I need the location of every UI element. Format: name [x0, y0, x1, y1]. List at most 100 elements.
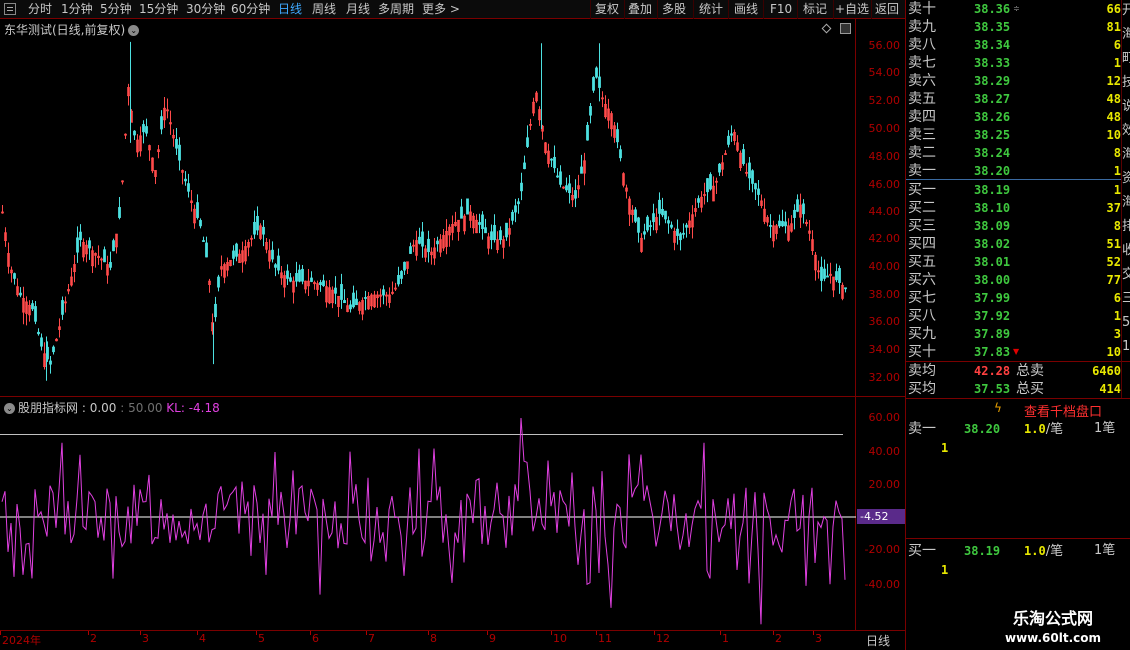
candle-body: [823, 268, 826, 279]
side-strip-char: 1: [1122, 339, 1130, 354]
sell-level-row[interactable]: 卖八 38.34 6: [906, 36, 1121, 54]
sell-level-row[interactable]: 卖三 38.25 10: [906, 126, 1121, 144]
sell-level-row[interactable]: 卖一 38.20 1: [906, 162, 1121, 180]
sell-level-volume: 8: [1113, 146, 1121, 160]
sell-level-row[interactable]: 卖六 38.29 12: [906, 72, 1121, 90]
date-label: 12: [656, 632, 670, 645]
sell-level-label: 卖九: [908, 19, 936, 35]
sell-level-volume: 12: [1106, 74, 1121, 88]
sell-level-row[interactable]: 卖五 38.27 48: [906, 90, 1121, 108]
candle-body: [619, 149, 622, 159]
candle-body: [436, 240, 439, 245]
tab-monthly[interactable]: 月线: [346, 2, 370, 17]
draw-line-button[interactable]: 画线: [734, 2, 758, 17]
price-tick-label: 36.00: [868, 315, 901, 328]
buy-level-volume: 1: [1113, 309, 1121, 323]
f10-button[interactable]: F10: [770, 2, 792, 17]
buy-level-row[interactable]: 买二 38.10 37: [906, 199, 1121, 217]
side-info-strip[interactable]: 开海町技说效海资海排收交三51: [1121, 0, 1130, 398]
sell-level-row[interactable]: 卖九 38.35 81: [906, 18, 1121, 36]
buy-level-row[interactable]: 买七 37.99 6: [906, 289, 1121, 307]
date-label: 2: [90, 632, 97, 645]
side-strip-char: 町: [1122, 52, 1130, 66]
tab-fenshi[interactable]: 分时: [28, 2, 52, 17]
candle-body: [526, 137, 529, 147]
indicator-name: 股朋指标网: [18, 401, 79, 415]
buy-level-label: 买五: [908, 254, 936, 270]
buy-level-row[interactable]: 买六 38.00 77: [906, 271, 1121, 289]
chevron-down-icon[interactable]: ⌄: [128, 25, 140, 36]
tab-15min[interactable]: 15分钟: [139, 2, 178, 17]
tab-daily[interactable]: 日线: [278, 2, 302, 17]
sell-level-row[interactable]: 卖七 38.33 1: [906, 54, 1121, 72]
candle-body: [778, 220, 781, 227]
date-label: 4: [199, 632, 206, 645]
tab-60min[interactable]: 60分钟: [231, 2, 270, 17]
tab-30min[interactable]: 30分钟: [186, 2, 225, 17]
queue-detail-value: 1: [941, 441, 949, 455]
sell-level-row[interactable]: 卖二 38.24 8: [906, 144, 1121, 162]
buy-level-row[interactable]: 买五 38.01 52: [906, 253, 1121, 271]
buy-level-row[interactable]: 买八 37.92 1: [906, 307, 1121, 325]
kline-chart[interactable]: 东华测试(日线,前复权) ⌄ 56.00 54.00 52.00 50.00 48.00 4…: [0, 19, 905, 396]
price-tick-label: 42.00: [868, 232, 901, 245]
buy-level-price: 37.99: [974, 291, 1011, 305]
add-watchlist-button[interactable]: +自选: [835, 2, 869, 17]
candle-body: [418, 236, 421, 244]
multi-stock-button[interactable]: 多股: [662, 2, 686, 17]
candle-body: [112, 240, 115, 252]
side-strip-char: 开: [1122, 4, 1130, 18]
candle-body: [109, 262, 112, 268]
buy-level-volume: 6: [1113, 291, 1121, 305]
candle-body: [145, 126, 148, 134]
scroll-down-icon[interactable]: ▼: [1013, 343, 1019, 361]
tab-5min[interactable]: 5分钟: [100, 2, 132, 17]
date-label: 7: [368, 632, 375, 645]
candle-body: [781, 221, 784, 227]
tab-multi-period[interactable]: 多周期: [378, 2, 414, 17]
sell-level-label: 卖四: [908, 109, 936, 125]
candle-body: [580, 166, 583, 174]
buy-level-label: 买四: [908, 236, 936, 252]
queue-count: 1笔: [1094, 543, 1116, 558]
view-depth-row: ϟ 查看千档盘口: [906, 398, 1130, 420]
adjust-button[interactable]: 复权: [595, 2, 619, 17]
statistics-button[interactable]: 统计: [699, 2, 723, 17]
mark-button[interactable]: 标记: [803, 2, 827, 17]
tab-more[interactable]: 更多 >: [422, 2, 460, 17]
indicator-chart[interactable]: ⌄ 股朋指标网 : 0.00 : 50.00 KL: -4.18 60.00 40.…: [0, 396, 905, 631]
menu-icon[interactable]: [4, 3, 16, 15]
kl-indicator-line: [1, 417, 846, 625]
buy-level-row[interactable]: 买一 38.19 1: [906, 181, 1121, 199]
tab-weekly[interactable]: 周线: [312, 2, 336, 17]
scroll-up-icon[interactable]: ≑: [1013, 0, 1020, 18]
candle-body: [52, 346, 55, 353]
sell-level-row[interactable]: 卖四 38.26 48: [906, 108, 1121, 126]
period-label[interactable]: 日线: [866, 632, 890, 649]
order-book-divider: [906, 179, 1121, 180]
buy-level-row[interactable]: 买九 37.89 3: [906, 325, 1121, 343]
maximize-icon[interactable]: [840, 23, 851, 34]
price-tick-label: 50.00: [868, 122, 901, 135]
date-label: 11: [598, 632, 612, 645]
buy-level-row[interactable]: 买十 37.83 10 ▼: [906, 343, 1121, 361]
view-depth-button[interactable]: 查看千档盘口: [1024, 401, 1102, 420]
sell-level-row[interactable]: 卖十 38.36 66 ≑: [906, 0, 1121, 18]
date-label: 6: [312, 632, 319, 645]
sell-level-label: 卖六: [908, 73, 936, 89]
buy-level-row[interactable]: 买四 38.02 51: [906, 235, 1121, 253]
queue-detail-value: 1: [941, 563, 949, 577]
candle-body: [754, 183, 757, 190]
queue-price: 38.20: [964, 422, 1001, 436]
buy-level-row[interactable]: 买三 38.09 8: [906, 217, 1121, 235]
chevron-down-icon[interactable]: ⌄: [4, 403, 15, 414]
indicator-svg: [0, 417, 856, 625]
side-strip-char: 收: [1122, 244, 1130, 258]
price-tick-label: 40.00: [868, 260, 901, 273]
candle-body: [718, 163, 721, 173]
tab-1min[interactable]: 1分钟: [61, 2, 93, 17]
candle-body: [235, 243, 238, 257]
back-button[interactable]: 返回: [875, 2, 899, 17]
period-toolbar: 分时 1分钟 5分钟 15分钟 30分钟 60分钟 日线 周线 月线 多周期 更…: [0, 0, 905, 19]
overlay-button[interactable]: 叠加: [628, 2, 652, 17]
